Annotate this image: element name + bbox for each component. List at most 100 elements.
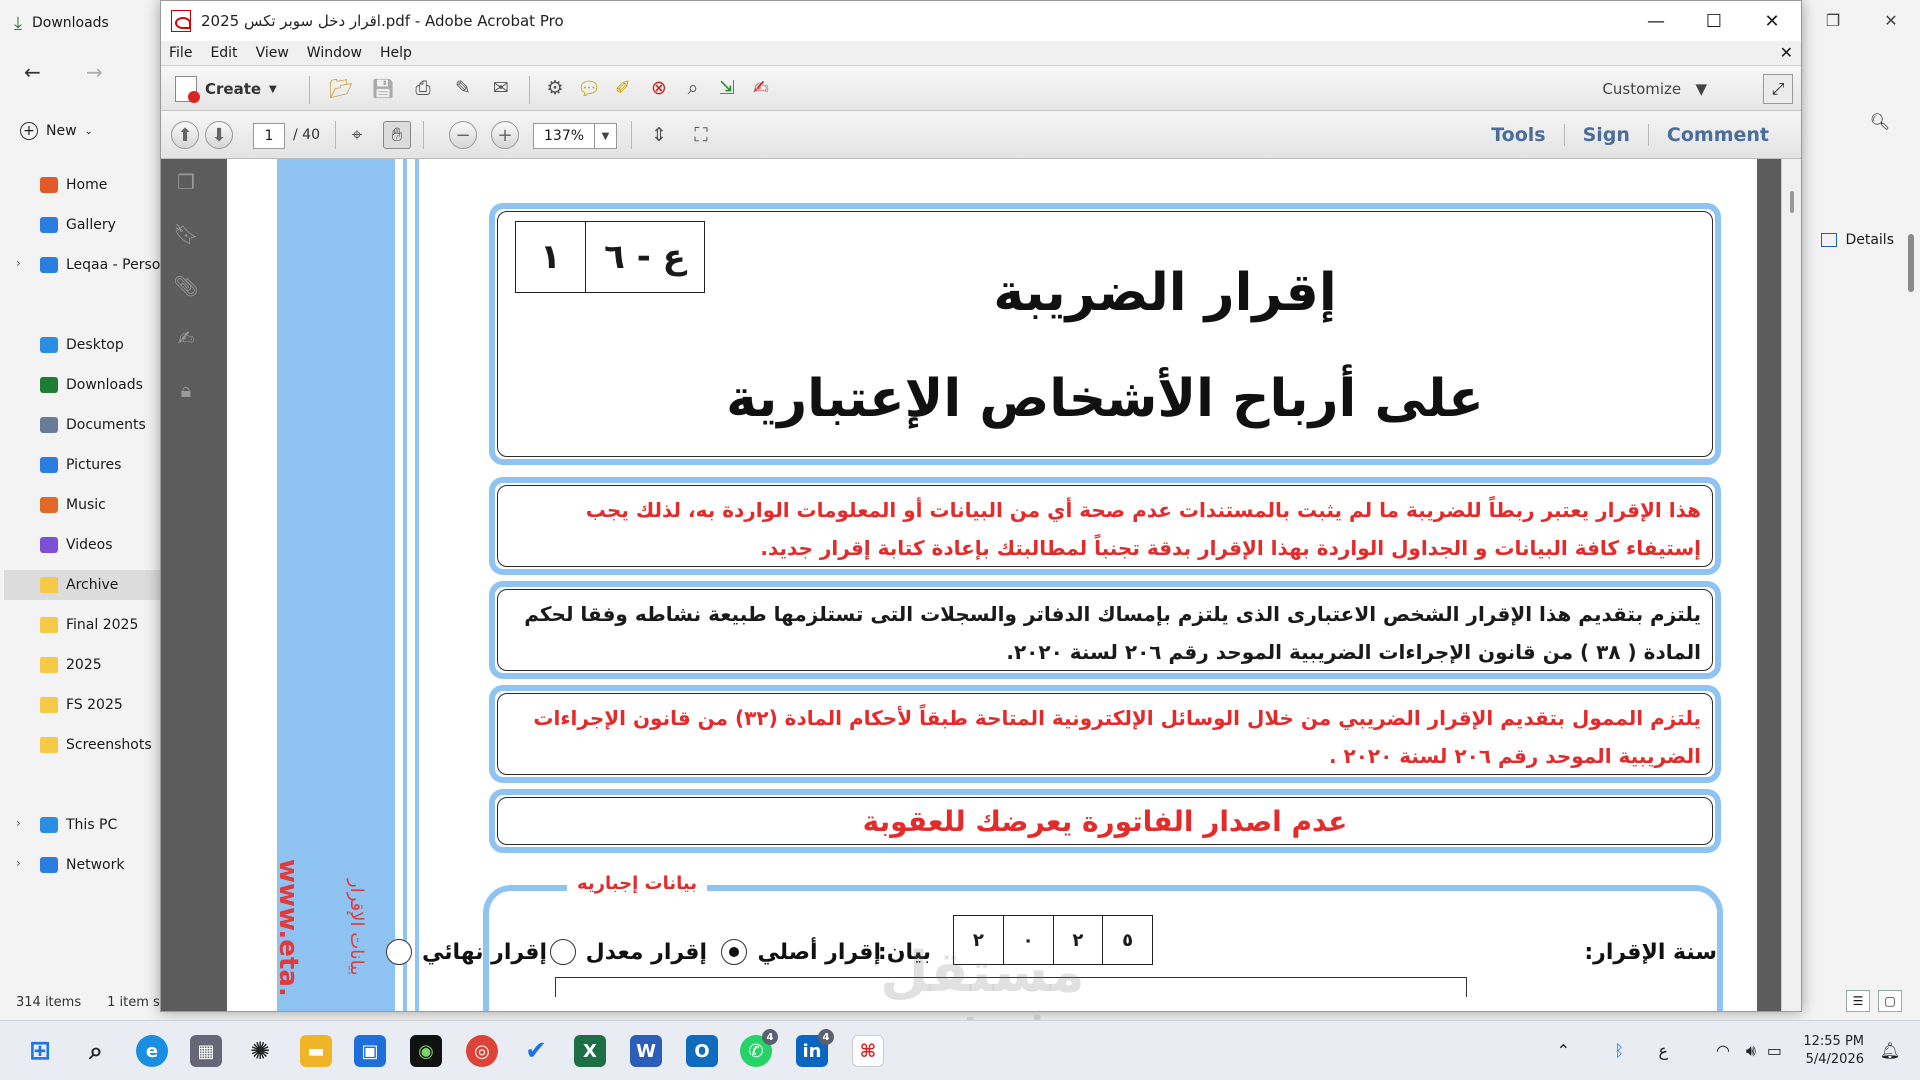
sidebar-item-final-2025[interactable]: Final 2025 — [40, 610, 138, 640]
terminal-icon[interactable]: ◉ — [410, 1035, 442, 1067]
chatgpt-icon[interactable]: ✺ — [244, 1035, 276, 1067]
clock[interactable]: 12:55 PM 5/4/2026 — [1803, 1033, 1864, 1069]
details-view-icon[interactable]: ☰ — [1846, 990, 1870, 1012]
attachment-icon[interactable]: 📎︎ — [173, 273, 199, 299]
back-arrow-icon[interactable]: ← — [24, 60, 41, 84]
radio-amended[interactable] — [549, 939, 576, 965]
sidebar-item-videos[interactable]: Videos — [40, 530, 113, 560]
new-button[interactable]: + New ⌄ — [20, 122, 93, 140]
word-icon[interactable]: W — [630, 1035, 662, 1067]
sidebar-item-downloads[interactable]: Downloads — [40, 370, 143, 400]
wifi-icon[interactable]: ◠ — [1716, 1041, 1730, 1060]
document-scrollbar[interactable] — [1781, 159, 1801, 1011]
print-icon[interactable]: ⎙ — [409, 74, 437, 102]
option-amended[interactable]: إقرار معدل — [549, 927, 707, 977]
sidebar-item-2025[interactable]: 2025 — [40, 650, 102, 680]
details-button[interactable]: Details — [1821, 232, 1894, 248]
previous-page-icon[interactable]: ⬆ — [171, 121, 199, 149]
acrobat-taskbar-icon[interactable]: ⌘ — [852, 1035, 884, 1067]
close-icon[interactable]: ✕ — [1743, 1, 1801, 41]
radio-original[interactable] — [721, 939, 748, 965]
menu-file[interactable]: File — [169, 45, 192, 61]
sidebar-item-fs-2025[interactable]: FS 2025 — [40, 690, 123, 720]
export-icon[interactable]: ⇲ — [713, 74, 741, 102]
sidebar-item-network[interactable]: Network — [40, 850, 124, 880]
forward-arrow-icon[interactable]: → — [86, 60, 103, 84]
language-indicator[interactable]: ع — [1658, 1041, 1668, 1060]
create-button[interactable]: Create ▼ — [175, 75, 277, 103]
comment-bubble-icon[interactable]: 💬︎ — [575, 74, 603, 102]
radio-final[interactable] — [385, 939, 412, 965]
tools-link[interactable]: Tools — [1473, 124, 1563, 146]
store-icon[interactable]: ▣ — [354, 1035, 386, 1067]
menu-edit[interactable]: Edit — [210, 45, 237, 61]
sidebar-item-home[interactable]: Home — [40, 170, 107, 200]
edit-document-icon[interactable]: ✎ — [449, 74, 477, 102]
form-icon[interactable]: ✍ — [747, 74, 775, 102]
chevron-right-icon[interactable]: › — [16, 256, 21, 270]
highlight-icon[interactable]: ✐ — [609, 74, 637, 102]
windows-start-icon[interactable]: ⊞ — [24, 1035, 56, 1067]
document-close-icon[interactable]: ✕ — [1780, 43, 1793, 62]
next-page-icon[interactable]: ⬇ — [205, 121, 233, 149]
chevron-right-icon[interactable]: › — [16, 816, 21, 830]
sidebar-item-screenshots[interactable]: Screenshots — [40, 730, 152, 760]
select-cursor-icon[interactable]: ⌖ — [343, 121, 371, 149]
page-thumbnails-icon[interactable]: ❐ — [173, 169, 199, 195]
sidebar-item-this-pc[interactable]: This PC — [40, 810, 117, 840]
chevron-right-icon[interactable]: › — [16, 856, 21, 870]
battery-icon[interactable]: ▭ — [1767, 1041, 1782, 1060]
notification-bell-icon[interactable]: 🔔︎ — [1880, 1041, 1900, 1060]
outlook-icon[interactable]: O — [686, 1035, 718, 1067]
sign-link[interactable]: Sign — [1563, 124, 1648, 146]
menu-help[interactable]: Help — [380, 45, 412, 61]
zoom-out-icon[interactable]: − — [449, 121, 477, 149]
option-original[interactable]: إقرار أصلي — [721, 927, 881, 977]
zoom-select[interactable]: 137% ▼ — [533, 123, 617, 149]
excel-icon[interactable]: X — [574, 1035, 606, 1067]
page-number-input[interactable]: 1 — [253, 123, 285, 149]
bookmark-icon[interactable]: 🔖︎ — [173, 221, 199, 247]
open-folder-icon[interactable]: 📂︎ — [327, 74, 355, 102]
explorer-close-icon[interactable]: ✕ — [1862, 0, 1920, 40]
sidebar-item-documents[interactable]: Documents — [40, 410, 146, 440]
sidebar-item-leqaa-perso[interactable]: Leqaa - Perso — [40, 250, 160, 280]
bluetooth-icon[interactable]: ᛒ — [1614, 1041, 1624, 1060]
fit-width-icon[interactable]: ⇕ — [645, 121, 673, 149]
edge-icon[interactable]: e — [136, 1035, 168, 1067]
document-search-icon[interactable]: ⌕ — [679, 74, 707, 102]
sidebar-item-pictures[interactable]: Pictures — [40, 450, 121, 480]
hand-tool-icon[interactable]: ✋︎ — [383, 121, 411, 149]
file-explorer-icon[interactable]: ▬ — [300, 1035, 332, 1067]
whatsapp-icon[interactable]: ✆ 4 — [740, 1029, 778, 1067]
explorer-scrollbar[interactable] — [1908, 234, 1914, 292]
minimize-icon[interactable]: — — [1627, 1, 1685, 41]
fit-page-icon[interactable]: ⛶ — [687, 121, 715, 149]
sidebar-item-gallery[interactable]: Gallery — [40, 210, 116, 240]
save-icon[interactable]: 💾︎ — [369, 74, 397, 102]
signature-icon[interactable]: ✍ — [173, 325, 199, 351]
volume-icon[interactable]: 🔊︎ — [1746, 1041, 1756, 1061]
sidebar-item-archive[interactable]: Archive — [4, 570, 162, 600]
option-final[interactable]: إقرار نهائي — [385, 927, 547, 977]
chevron-up-icon[interactable]: ⌃ — [1557, 1041, 1570, 1060]
menu-window[interactable]: Window — [307, 45, 362, 61]
settings-gear-icon[interactable]: ⚙ — [541, 74, 569, 102]
search-icon[interactable]: ⌕ — [80, 1035, 112, 1067]
zoom-in-icon[interactable]: + — [491, 121, 519, 149]
customize-dropdown[interactable]: Customize ▼ — [1602, 80, 1707, 98]
maximize-icon[interactable]: ☐ — [1685, 1, 1743, 41]
tiles-view-icon[interactable]: ▢ — [1878, 990, 1902, 1012]
email-icon[interactable]: ✉ — [487, 74, 515, 102]
calculator-icon[interactable]: ▦ — [190, 1035, 222, 1067]
linkedin-icon[interactable]: in 4 — [796, 1029, 834, 1067]
todo-check-icon[interactable]: ✔ — [520, 1035, 552, 1067]
sidebar-item-desktop[interactable]: Desktop — [40, 330, 124, 360]
comment-link[interactable]: Comment — [1647, 124, 1787, 146]
chrome-icon[interactable]: ◎ — [466, 1035, 498, 1067]
explorer-restore-icon[interactable]: ❐ — [1804, 0, 1862, 40]
redact-icon[interactable]: ⊗ — [645, 74, 673, 102]
menu-view[interactable]: View — [256, 45, 289, 61]
sidebar-item-music[interactable]: Music — [40, 490, 106, 520]
explorer-tab[interactable]: ⤓ Downloads — [14, 8, 109, 38]
